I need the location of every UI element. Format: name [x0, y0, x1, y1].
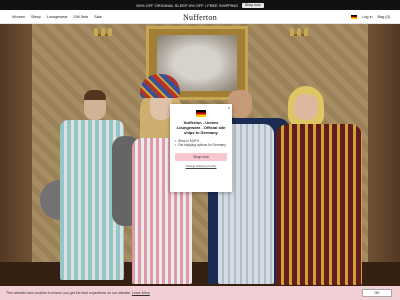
- announcement-shop-button[interactable]: Shop now: [242, 2, 264, 8]
- nav-item-loungewear[interactable]: Loungewear: [47, 15, 68, 19]
- nav-item-sleep[interactable]: Sleep: [31, 15, 41, 19]
- bag-link[interactable]: Bag (0): [378, 15, 390, 19]
- header-actions: Log in Bag (0): [351, 10, 390, 24]
- shop-now-button[interactable]: Shop now: [175, 153, 227, 162]
- nav-item-women[interactable]: Women: [12, 15, 25, 19]
- nav-item-sale[interactable]: Sale: [94, 15, 102, 19]
- cookie-text: This website uses cookies to ensure you …: [6, 291, 150, 295]
- login-link[interactable]: Log in: [362, 15, 372, 19]
- site-header: Women Sleep Loungewear Gift Sets Sale Nu…: [0, 10, 400, 24]
- cookie-bar: This website uses cookies to ensure you …: [0, 286, 400, 300]
- german-flag-icon: [196, 110, 206, 117]
- close-icon[interactable]: ×: [228, 105, 230, 110]
- cookie-ok-button[interactable]: OK: [362, 289, 392, 297]
- german-flag-icon[interactable]: [351, 15, 358, 19]
- announcement-text: 50% OFF ORIGINAL SLEEP 5% OFF • FREE SHI…: [136, 2, 239, 8]
- change-country-link[interactable]: Change shipping country: [175, 164, 227, 168]
- benefit-item: • Get shipping options for Germany: [175, 143, 226, 148]
- announcement-bar: 50% OFF ORIGINAL SLEEP 5% OFF • FREE SHI…: [0, 0, 400, 10]
- learn-more-link[interactable]: Learn More: [132, 291, 150, 295]
- country-popup: × Nufferton - Unisex Loungewear - Offici…: [170, 104, 232, 192]
- nav-item-gift-sets[interactable]: Gift Sets: [74, 15, 89, 19]
- popup-title: Nufferton - Unisex Loungewear - Official…: [176, 120, 226, 135]
- popup-benefits: • Shop in EUR € • Get shipping options for…: [175, 139, 227, 147]
- main-nav: Women Sleep Loungewear Gift Sets Sale: [12, 10, 102, 24]
